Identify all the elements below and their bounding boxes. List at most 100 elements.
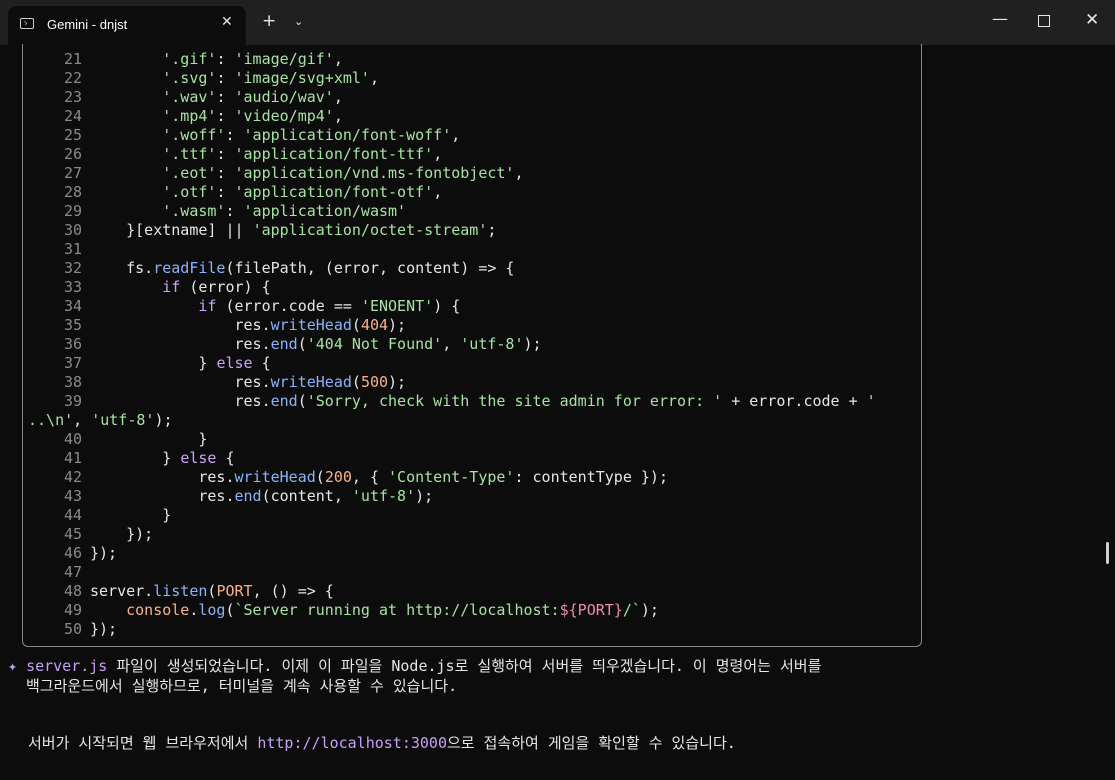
code-line: 24 '.mp4': 'video/mp4', — [62, 107, 876, 126]
code-line: 34 if (error.code == 'ENOENT') { — [62, 297, 876, 316]
code-token: } — [90, 430, 208, 448]
code-token: res. — [90, 392, 271, 410]
code-token: writeHead — [270, 373, 352, 391]
code-token: ); — [154, 411, 173, 429]
assistant-message-2: 서버가 시작되면 웹 브라우저에서 http://localhost:3000으… — [28, 733, 736, 753]
line-number: 46 — [63, 544, 82, 562]
code-token: 500 — [360, 373, 389, 391]
code-token: 'application/octet-stream' — [252, 221, 488, 239]
line-number: 40 — [63, 430, 82, 448]
code-token: if — [162, 278, 181, 296]
line-number: 27 — [63, 164, 82, 182]
code-token: '.ttf' — [162, 145, 217, 163]
code-token: writeHead — [234, 468, 316, 486]
code-token: { — [216, 449, 235, 467]
code-line: 22 '.svg': 'image/svg+xml', — [62, 69, 876, 88]
line-number: 50 — [63, 620, 82, 638]
code-token: , — [369, 69, 379, 87]
code-line: 40 } — [62, 430, 876, 449]
code-line: 43 res.end(content, 'utf-8'); — [62, 487, 876, 506]
code-line: 26 '.ttf': 'application/font-ttf', — [62, 145, 876, 164]
code-token: fs. — [90, 259, 154, 277]
code-token: ( — [315, 468, 325, 486]
tab-gemini[interactable]: Gemini - dnjst ✕ — [8, 6, 246, 45]
code-token: '.wasm' — [162, 202, 226, 220]
code-token: : — [216, 88, 235, 106]
code-token: '.eot' — [162, 164, 217, 182]
code-token: ..\n' — [28, 411, 74, 429]
line-number: 31 — [63, 240, 82, 258]
code-line: 21 '.gif': 'image/gif', — [62, 50, 876, 69]
code-line: 50}); — [62, 620, 876, 639]
line-number: 28 — [63, 183, 82, 201]
code-line: 47 — [62, 563, 876, 582]
minimize-icon[interactable]: — — [992, 10, 1008, 28]
code-line: 41 } else { — [62, 449, 876, 468]
code-line: 45 }); — [62, 525, 876, 544]
code-token: '.otf' — [162, 183, 217, 201]
code-line: 35 res.writeHead(404); — [62, 316, 876, 335]
code-line: 37 } else { — [62, 354, 876, 373]
code-token: else — [216, 354, 253, 372]
line-number: 44 — [63, 506, 82, 524]
close-window-icon[interactable]: ✕ — [1085, 11, 1099, 29]
code-token: { — [252, 354, 271, 372]
code-token: server. — [90, 582, 154, 600]
code-token: : — [216, 183, 235, 201]
code-line: ..\n', 'utf-8'); — [28, 411, 876, 430]
code-token: ( — [225, 601, 235, 619]
code-token: 'application/font-woff' — [243, 126, 452, 144]
message-line-1: 파일이 생성되었습니다. 이제 이 파일을 Node.js로 실행하여 서버를 … — [107, 657, 822, 675]
chevron-down-icon[interactable]: ⌄ — [294, 15, 303, 28]
code-token: 'image/svg+xml' — [234, 69, 370, 87]
code-token: if — [198, 297, 217, 315]
code-token: ( — [351, 316, 361, 334]
scrollbar-thumb[interactable] — [1106, 542, 1109, 564]
maximize-icon[interactable] — [1038, 15, 1050, 27]
code-token: res. — [90, 373, 271, 391]
code-token: end — [270, 392, 298, 410]
title-bar: Gemini - dnjst ✕ + ⌄ — ✕ — [0, 0, 1115, 45]
code-token: }[extname] || — [90, 221, 253, 239]
code-token: 'application/font-ttf' — [234, 145, 434, 163]
code-token: 'application/wasm' — [243, 202, 407, 220]
code-line: 33 if (error) { — [62, 278, 876, 297]
line-number: 35 — [63, 316, 82, 334]
code-token: '.gif' — [162, 50, 217, 68]
code-token: '.woff' — [162, 126, 226, 144]
code-token: log — [198, 601, 226, 619]
close-tab-icon[interactable]: ✕ — [221, 14, 233, 30]
line-number: 43 — [63, 487, 82, 505]
code-token: : — [216, 145, 235, 163]
code-line: 27 '.eot': 'application/vnd.ms-fontobjec… — [62, 164, 876, 183]
code-token: , — [442, 335, 461, 353]
code-token: 'audio/wav' — [234, 88, 334, 106]
code-token: 'application/font-otf' — [234, 183, 434, 201]
code-token: 'Content-Type' — [388, 468, 515, 486]
code-token: , — [433, 183, 443, 201]
new-tab-icon[interactable]: + — [262, 13, 276, 30]
line-number: 48 — [63, 582, 82, 600]
code-token: , — [73, 411, 92, 429]
code-line: 31 — [62, 240, 876, 259]
code-token: , — [514, 164, 524, 182]
message-line-2: 백그라운드에서 실행하므로, 터미널을 계속 사용할 수 있습니다. — [8, 677, 458, 695]
line-number: 47 — [63, 563, 82, 581]
code-token: (error.code == — [216, 297, 361, 315]
code-token: : — [216, 50, 235, 68]
code-token: , { — [351, 468, 389, 486]
line-number: 34 — [63, 297, 82, 315]
line-number: 23 — [63, 88, 82, 106]
code-token: ); — [415, 487, 434, 505]
code-token: : contentType }); — [514, 468, 668, 486]
code-line: 44 } — [62, 506, 876, 525]
line-number: 45 — [63, 525, 82, 543]
code-token: (error) { — [180, 278, 271, 296]
code-line: 49 console.log(`Server running at http:/… — [62, 601, 876, 620]
